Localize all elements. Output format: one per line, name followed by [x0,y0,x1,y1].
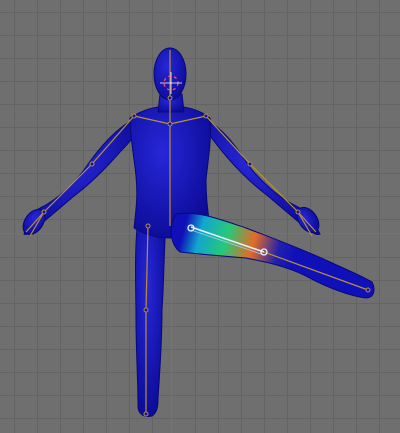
joint-left-knee [143,307,149,313]
joint-left-shoulder [131,113,137,119]
joint-left-wrist [41,209,47,215]
viewport-canvas[interactable] [0,0,400,433]
3d-viewport[interactable] [0,0,400,433]
joint-right-elbow [247,161,253,167]
joint-left-hip [145,223,151,229]
joint-left-ankle [143,411,149,417]
joint-right-shoulder [203,113,209,119]
joint-right-ankle [365,287,371,293]
joint-chest [167,121,173,127]
joint-neck [167,95,173,101]
joint-right-wrist [295,209,301,215]
joint-left-elbow [89,161,95,167]
